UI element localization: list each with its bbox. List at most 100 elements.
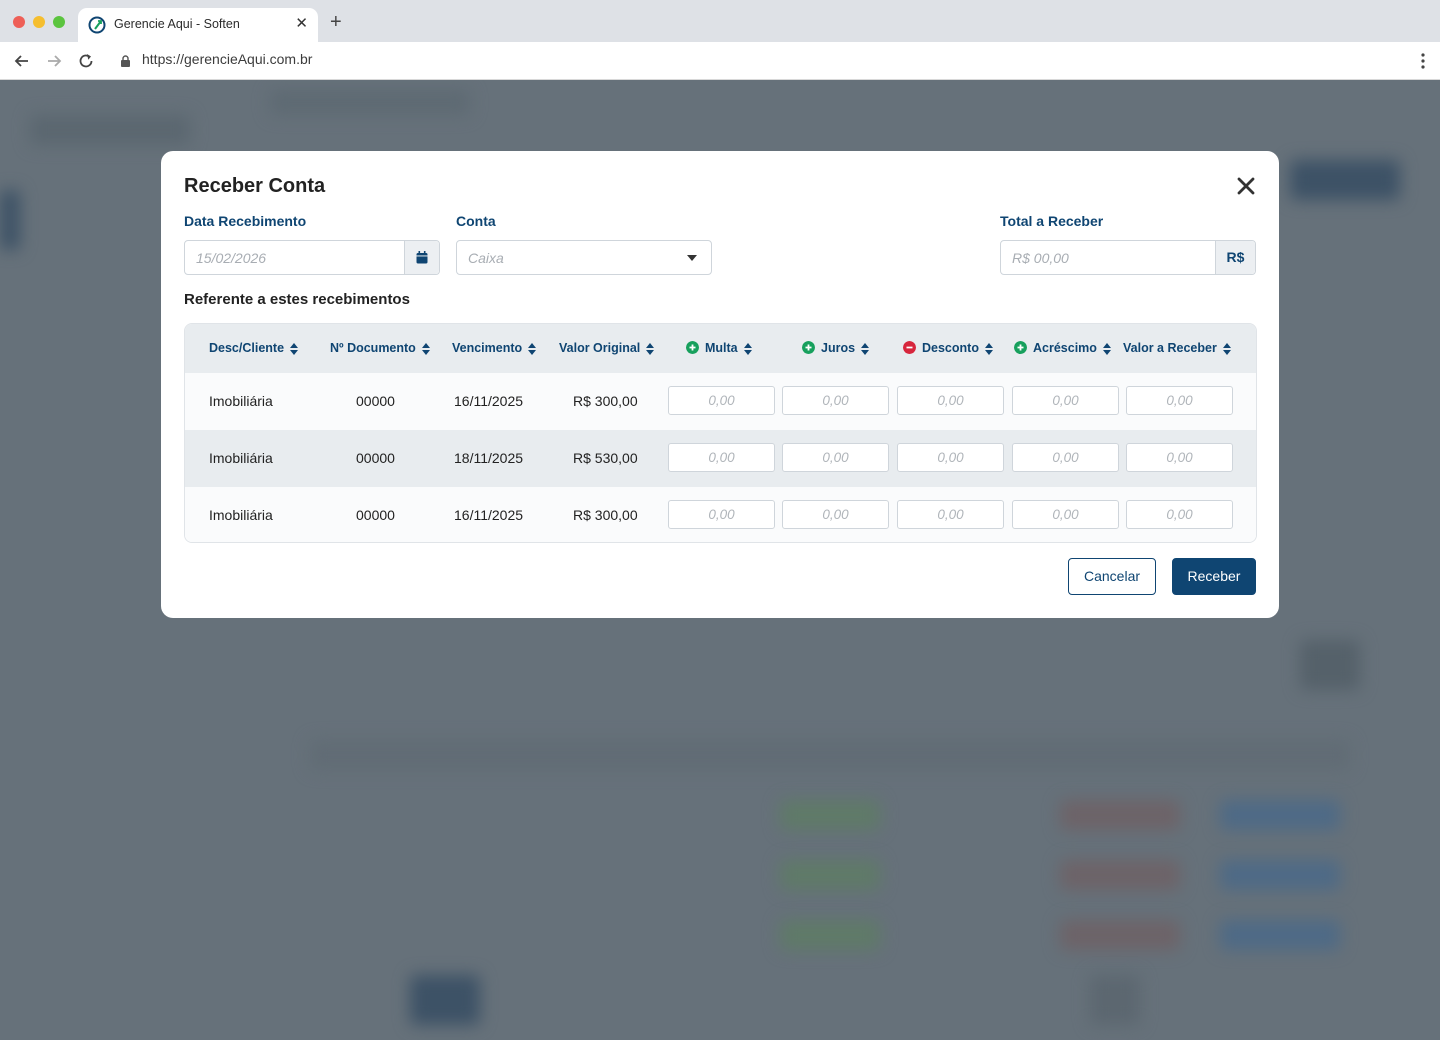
data-recebimento-placeholder: 15/02/2026 — [196, 250, 267, 266]
reload-icon[interactable] — [76, 51, 96, 71]
calendar-button[interactable] — [404, 241, 439, 274]
juros-input[interactable]: 0,00 — [782, 443, 889, 472]
juros-input[interactable]: 0,00 — [782, 500, 889, 529]
desconto-placeholder: 0,00 — [937, 450, 964, 465]
header-desconto[interactable]: Desconto — [903, 341, 993, 355]
total-receber-input[interactable]: R$ 00,00 R$ — [1000, 240, 1256, 275]
desconto-placeholder: 0,00 — [937, 393, 964, 408]
header-valor-original[interactable]: Valor Original — [559, 341, 655, 355]
sort-icon — [1102, 342, 1111, 355]
multa-input[interactable]: 0,00 — [668, 500, 775, 529]
conta-placeholder: Caixa — [468, 250, 504, 266]
desconto-input[interactable]: 0,00 — [897, 500, 1004, 529]
sort-icon — [528, 342, 537, 355]
sort-icon — [743, 342, 752, 355]
acrescimo-input[interactable]: 0,00 — [1012, 386, 1119, 415]
sort-icon — [421, 342, 430, 355]
caret-down-icon — [687, 255, 697, 261]
multa-input[interactable]: 0,00 — [668, 443, 775, 472]
section-title: Referente a estes recebimentos — [184, 291, 410, 308]
receber-button[interactable]: Receber — [1172, 558, 1256, 595]
header-label: Juros — [821, 341, 856, 355]
desconto-input[interactable]: 0,00 — [897, 443, 1004, 472]
multa-placeholder: 0,00 — [708, 450, 735, 465]
juros-input[interactable]: 0,00 — [782, 386, 889, 415]
acrescimo-placeholder: 0,00 — [1052, 507, 1079, 522]
conta-label: Conta — [456, 213, 496, 229]
cancel-button[interactable]: Cancelar — [1068, 558, 1156, 595]
header-multa[interactable]: Multa — [686, 341, 752, 355]
cell-valor: R$ 300,00 — [573, 393, 638, 409]
address-bar: https://gerencieAqui.com.br — [0, 42, 1440, 80]
header-label: Nº Documento — [330, 341, 416, 355]
receber-conta-modal: Receber Conta Data Recebimento 15/02/202… — [161, 151, 1279, 618]
plus-circle-icon — [802, 341, 815, 355]
browser-tab-strip: Gerencie Aqui - Soften ✕ + — [0, 0, 1440, 42]
table-header: Desc/Cliente Nº Documento Vencimento Val… — [185, 324, 1256, 373]
table-row: Imobiliária 00000 18/11/2025 R$ 530,00 0… — [185, 430, 1256, 487]
currency-addon: R$ — [1215, 241, 1255, 274]
window-minimize-dot[interactable] — [33, 16, 45, 28]
close-icon[interactable] — [1235, 175, 1257, 197]
modal-title: Receber Conta — [184, 175, 326, 197]
browser-tab[interactable]: Gerencie Aqui - Soften ✕ — [78, 8, 318, 42]
total-receber-label: Total a Receber — [1000, 213, 1104, 229]
header-label: Valor Original — [559, 341, 641, 355]
header-acrescimo[interactable]: Acréscimo — [1014, 341, 1111, 355]
header-label: Acréscimo — [1033, 341, 1097, 355]
valor-receber-input[interactable]: 0,00 — [1126, 500, 1233, 529]
new-tab-icon[interactable]: + — [330, 12, 342, 32]
cell-cliente: Imobiliária — [209, 393, 273, 409]
data-recebimento-input[interactable]: 15/02/2026 — [184, 240, 440, 275]
valor-receber-input[interactable]: 0,00 — [1126, 386, 1233, 415]
header-vencimento[interactable]: Vencimento — [452, 341, 537, 355]
sort-icon — [646, 342, 655, 355]
header-desc-cliente[interactable]: Desc/Cliente — [209, 341, 299, 355]
cell-vencimento: 16/11/2025 — [454, 507, 524, 523]
cell-documento: 00000 — [356, 507, 395, 523]
acrescimo-placeholder: 0,00 — [1052, 450, 1079, 465]
tab-title: Gerencie Aqui - Soften — [114, 17, 240, 31]
calendar-icon — [416, 251, 428, 264]
header-label: Valor a Receber — [1123, 341, 1217, 355]
url-field[interactable]: https://gerencieAqui.com.br — [142, 51, 312, 67]
plus-circle-icon — [1014, 341, 1027, 355]
acrescimo-input[interactable]: 0,00 — [1012, 500, 1119, 529]
multa-input[interactable]: 0,00 — [668, 386, 775, 415]
window-maximize-dot[interactable] — [53, 16, 65, 28]
table-row: Imobiliária 00000 16/11/2025 R$ 300,00 0… — [185, 373, 1256, 430]
cell-vencimento: 18/11/2025 — [454, 450, 524, 466]
cell-valor: R$ 300,00 — [573, 507, 638, 523]
data-recebimento-label: Data Recebimento — [184, 213, 307, 229]
browser-menu-icon[interactable] — [1420, 52, 1426, 70]
currency-symbol: R$ — [1226, 249, 1245, 265]
acrescimo-input[interactable]: 0,00 — [1012, 443, 1119, 472]
cell-vencimento: 16/11/2025 — [454, 393, 524, 409]
desconto-placeholder: 0,00 — [937, 507, 964, 522]
valor-receber-placeholder: 0,00 — [1166, 393, 1193, 408]
header-valor-receber[interactable]: Valor a Receber — [1123, 341, 1231, 355]
cell-documento: 00000 — [356, 393, 395, 409]
back-icon[interactable] — [12, 51, 32, 71]
conta-select[interactable]: Caixa — [456, 240, 712, 275]
table-row: Imobiliária 00000 16/11/2025 R$ 300,00 0… — [185, 487, 1256, 542]
multa-placeholder: 0,00 — [708, 393, 735, 408]
valor-receber-input[interactable]: 0,00 — [1126, 443, 1233, 472]
sort-icon — [861, 342, 870, 355]
valor-receber-placeholder: 0,00 — [1166, 507, 1193, 522]
header-documento[interactable]: Nº Documento — [330, 341, 430, 355]
header-label: Vencimento — [452, 341, 523, 355]
cell-valor: R$ 530,00 — [573, 450, 638, 466]
header-juros[interactable]: Juros — [802, 341, 870, 355]
app-logo-icon — [88, 16, 106, 34]
forward-icon[interactable] — [44, 51, 64, 71]
recebimentos-table: Desc/Cliente Nº Documento Vencimento Val… — [184, 323, 1257, 543]
tab-close-icon[interactable]: ✕ — [295, 16, 308, 32]
cell-cliente: Imobiliária — [209, 507, 273, 523]
cell-documento: 00000 — [356, 450, 395, 466]
header-label: Multa — [705, 341, 738, 355]
sort-icon — [1222, 342, 1231, 355]
juros-placeholder: 0,00 — [822, 507, 849, 522]
desconto-input[interactable]: 0,00 — [897, 386, 1004, 415]
window-close-dot[interactable] — [13, 16, 25, 28]
